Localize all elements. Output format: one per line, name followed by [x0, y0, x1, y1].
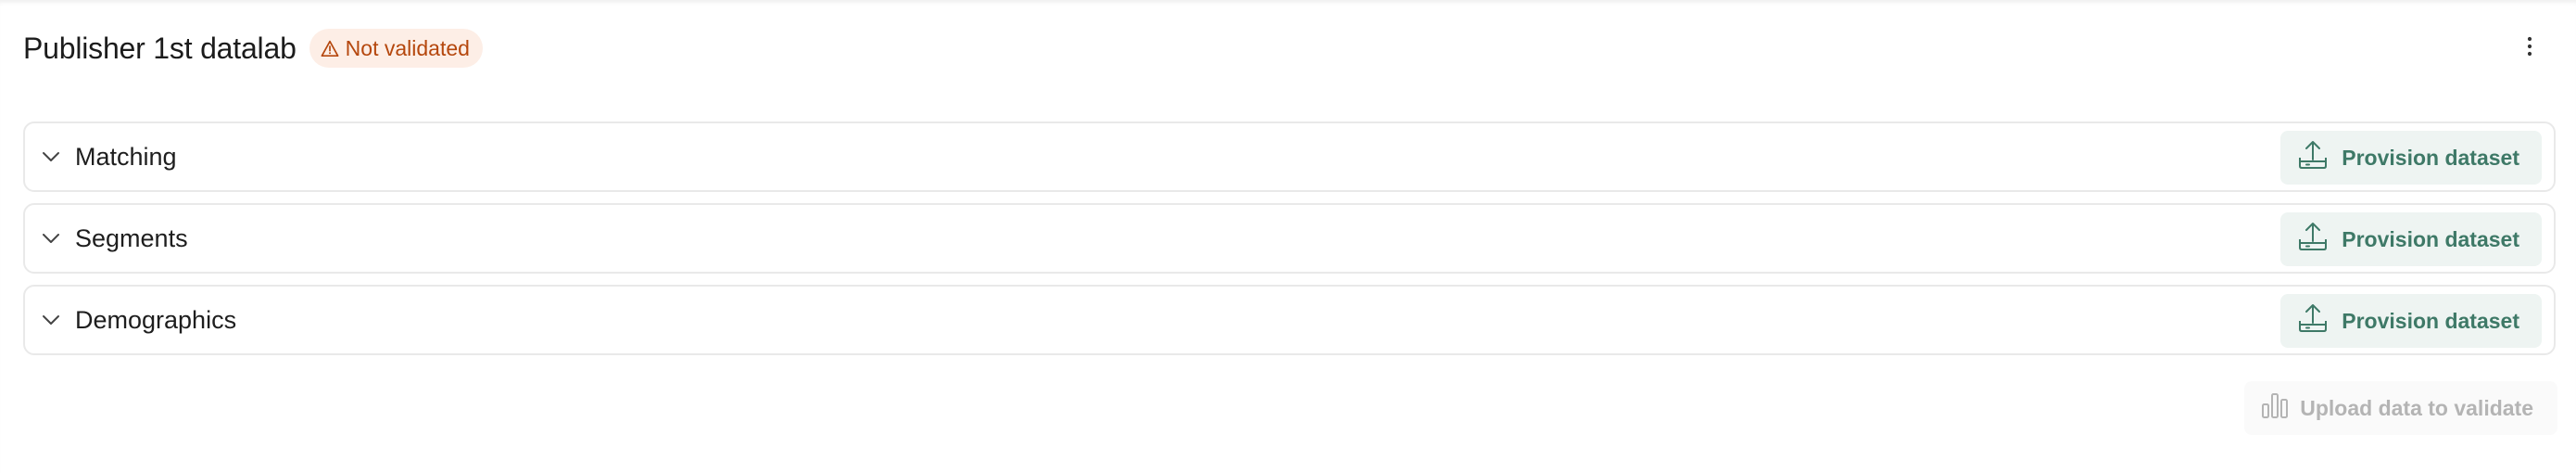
more-vertical-icon — [2527, 36, 2532, 61]
section-label: Demographics — [75, 305, 237, 334]
page-title: Publisher 1st datalab — [23, 31, 297, 65]
section-label: Segments — [75, 224, 188, 252]
section-segments[interactable]: Segments Provision dataset — [23, 203, 2556, 274]
section-label: Matching — [75, 142, 177, 171]
more-options-button[interactable] — [2511, 30, 2548, 67]
upload-tray-icon — [2297, 139, 2329, 176]
provision-dataset-button[interactable]: Provision dataset — [2280, 212, 2542, 266]
chevron-down-icon[interactable] — [36, 305, 66, 335]
provision-dataset-button[interactable]: Provision dataset — [2280, 294, 2542, 348]
section-matching[interactable]: Matching Provision dataset — [23, 121, 2556, 192]
provision-dataset-label: Provision dataset — [2342, 145, 2519, 170]
chevron-down-icon[interactable] — [36, 224, 66, 253]
upload-data-to-validate-button[interactable]: Upload data to validate — [2244, 381, 2557, 435]
upload-data-label: Upload data to validate — [2300, 395, 2533, 420]
datalab-header: Publisher 1st datalab Not validated — [23, 20, 483, 76]
warning-triangle-icon — [321, 40, 339, 58]
chevron-down-icon[interactable] — [36, 142, 66, 172]
datalab-card: Publisher 1st datalab Not validated Matc… — [0, 0, 2576, 473]
provision-dataset-label: Provision dataset — [2342, 308, 2519, 333]
dataset-sections: Matching Provision dataset Segments Prov… — [23, 121, 2556, 366]
provision-dataset-button[interactable]: Provision dataset — [2280, 131, 2542, 185]
upload-tray-icon — [2297, 302, 2329, 339]
status-badge-label: Not validated — [345, 35, 470, 60]
upload-tray-icon — [2297, 221, 2329, 258]
bar-chart-icon — [2261, 391, 2289, 425]
section-demographics[interactable]: Demographics Provision dataset — [23, 285, 2556, 355]
status-badge: Not validated — [309, 29, 483, 68]
provision-dataset-label: Provision dataset — [2342, 226, 2519, 251]
